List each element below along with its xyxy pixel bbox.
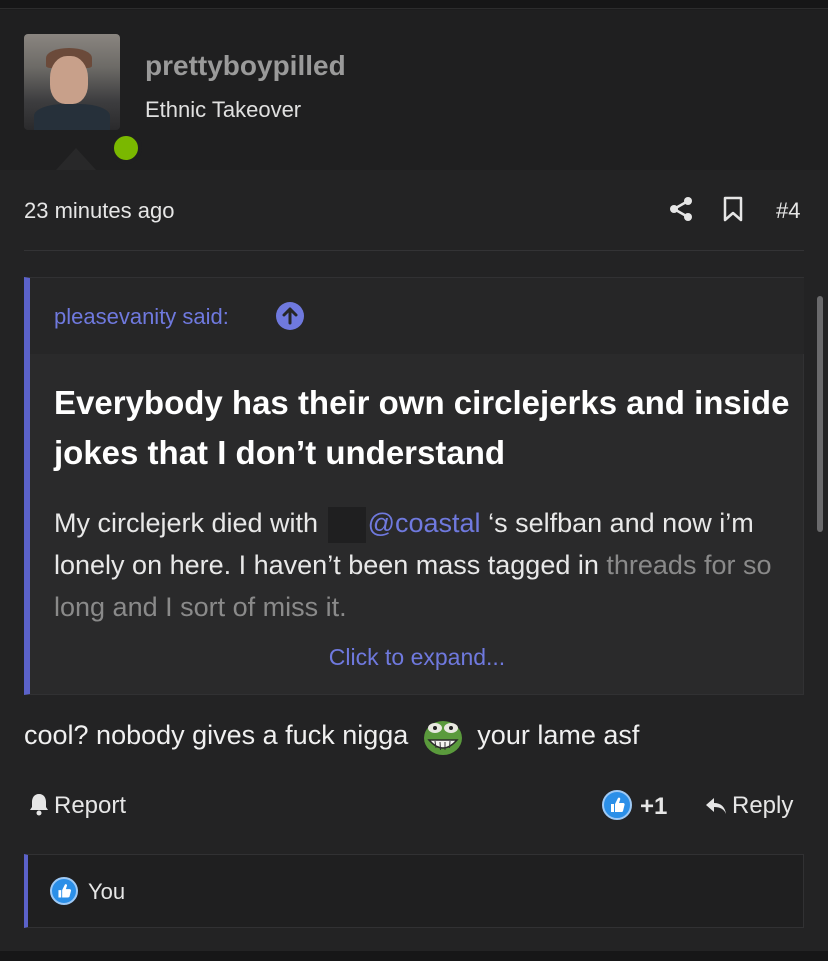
quote-text: My circlejerk died with @coastal ‘s self… [54,502,794,628]
bookmark-icon[interactable] [722,196,744,222]
click-to-expand-link[interactable]: Click to expand... [30,644,804,671]
top-divider [0,0,828,9]
message-text-start: cool? nobody gives a fuck nigga [24,720,409,751]
share-icon[interactable] [668,196,694,222]
avatar[interactable] [24,34,142,164]
quote-header: pleasevanity said: [30,278,804,354]
post-message: cool? nobody gives a fuck nigga your lam… [24,716,639,758]
post-meta-row: 23 minutes ago #4 [24,196,804,226]
mention-avatar-placeholder [327,506,366,543]
header-pointer-arrow [56,148,96,170]
message-text-end: your lame asf [477,720,640,751]
like-reaction-icon [50,877,78,905]
pepe-laugh-icon [422,716,464,758]
mention-link[interactable]: @coastal [368,508,481,538]
user-title: Ethnic Takeover [145,97,302,122]
bell-icon [30,794,48,816]
bottom-divider [0,951,828,961]
quote-text-start: My circlejerk died with [54,508,319,538]
reply-label: Reply [732,792,794,819]
like-count: +1 [640,793,668,820]
report-button[interactable]: Report [28,792,126,820]
quote-body: Everybody has their own circlejerks and … [54,378,794,628]
scrollbar-thumb[interactable] [817,296,823,532]
post-timestamp[interactable]: 23 minutes ago [24,198,174,224]
quote-block: pleasevanity said: Everybody has their o… [24,277,804,695]
post-actions: Report +1 Reply [24,790,804,822]
post-container: 23 minutes ago #4 pleasevanity said: Eve… [0,170,828,951]
online-status-indicator [110,132,142,164]
like-icon[interactable] [602,790,632,820]
quote-bold-text: Everybody has their own circlejerks and … [54,384,790,471]
quote-author-link[interactable]: pleasevanity said: [54,304,229,330]
post-user-header: prettyboypilled Ethnic Takeover [0,10,828,170]
username-link[interactable]: prettyboypilled [145,50,346,82]
avatar-image[interactable] [24,34,120,130]
post-number-link[interactable]: #4 [776,198,800,224]
reply-button[interactable]: Reply [704,792,793,820]
jump-to-quote-icon[interactable] [276,302,304,330]
reactions-bar[interactable]: You [24,854,804,928]
meta-divider [24,250,804,251]
reaction-users[interactable]: You [88,879,125,905]
reply-arrow-icon [706,798,726,814]
report-label: Report [54,792,127,819]
